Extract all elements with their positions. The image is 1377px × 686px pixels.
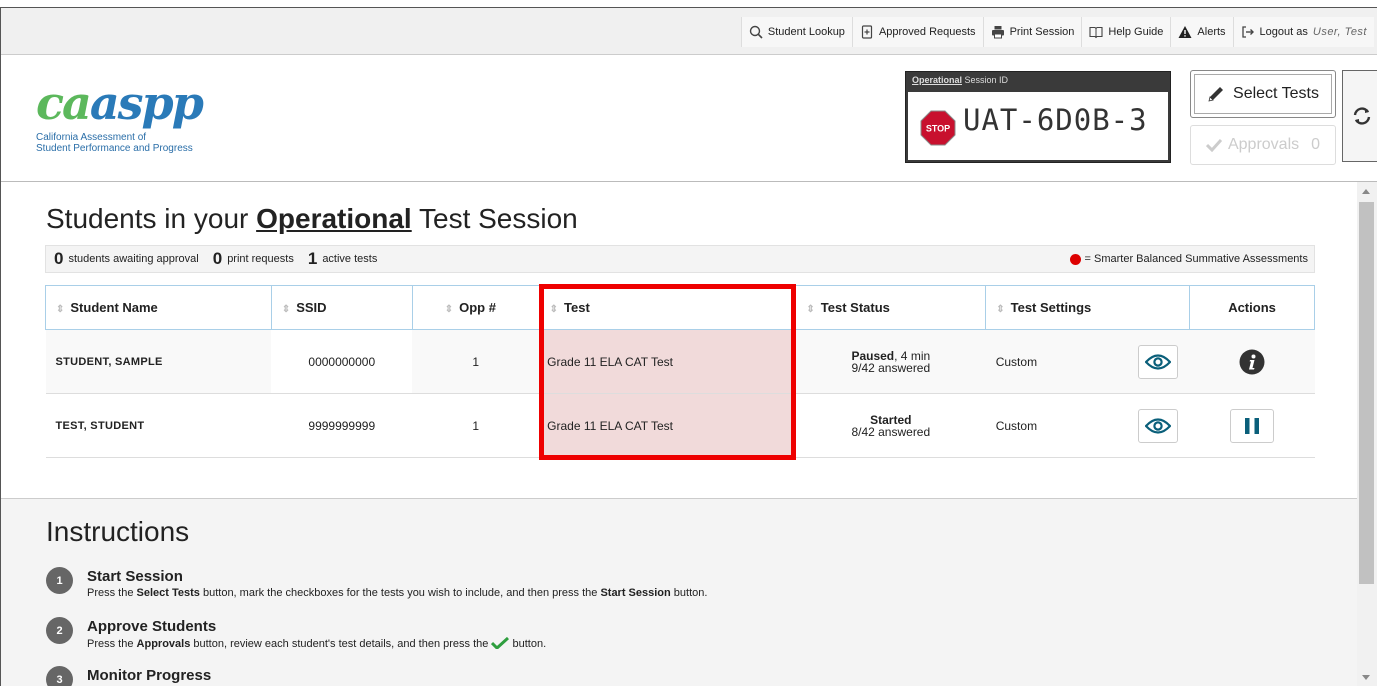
pause-button[interactable] bbox=[1230, 408, 1275, 443]
sort-icon: ⇕ bbox=[996, 304, 1005, 315]
info-icon bbox=[1239, 349, 1265, 374]
step-description: Press the Approvals button, review each … bbox=[87, 636, 547, 651]
summary-bar: 0 students awaiting approval 0 print req… bbox=[45, 245, 1315, 273]
student-ssid: 9999999999 bbox=[271, 393, 413, 458]
student-name: TEST, STUDENT bbox=[45, 393, 272, 458]
logo-subtitle: California Assessment of Student Perform… bbox=[36, 132, 193, 154]
book-icon bbox=[1089, 26, 1103, 39]
session-id-panel: Operational Session ID STOP UAT-6D0B-3 bbox=[905, 71, 1171, 163]
approved-requests-label: Approved Requests bbox=[878, 26, 976, 38]
vertical-scrollbar[interactable] bbox=[1357, 182, 1377, 686]
approvals-button[interactable]: Approvals 0 bbox=[1190, 125, 1336, 165]
step-title: Start Session bbox=[87, 568, 183, 585]
select-tests-label: Select Tests bbox=[1233, 85, 1319, 102]
sort-icon: ⇕ bbox=[56, 304, 65, 315]
print-count: 0 bbox=[212, 249, 223, 268]
student-name: STUDENT, SAMPLE bbox=[45, 329, 272, 394]
col-test-settings[interactable]: ⇕ Test Settings bbox=[985, 285, 1191, 330]
alerts-button[interactable]: Alerts bbox=[1170, 17, 1233, 47]
sort-icon: ⇕ bbox=[281, 304, 291, 315]
active-count: 1 bbox=[307, 249, 318, 268]
actions-cell bbox=[1189, 329, 1315, 394]
search-icon bbox=[749, 25, 763, 39]
step-number: 2 bbox=[46, 617, 73, 644]
step-title: Monitor Progress bbox=[87, 667, 212, 684]
sbac-dot-icon bbox=[1069, 253, 1081, 265]
test-settings: Custom bbox=[985, 393, 1190, 458]
instructions-panel: Instructions 1 Start Session Press the S… bbox=[1, 499, 1357, 686]
app-frame: Student Lookup Approved Requests Print S… bbox=[0, 7, 1377, 686]
stop-label: STOP bbox=[926, 124, 950, 134]
help-guide-label: Help Guide bbox=[1108, 26, 1164, 38]
approved-requests-button[interactable]: Approved Requests bbox=[851, 17, 983, 47]
main-content: Students in your Operational Test Sessio… bbox=[1, 182, 1357, 686]
session-id-label: Operational Session ID bbox=[912, 75, 1009, 85]
active-label: active tests bbox=[322, 253, 378, 265]
step-title: Approve Students bbox=[87, 618, 217, 635]
view-settings-button[interactable] bbox=[1137, 409, 1178, 443]
print-label: print requests bbox=[227, 253, 294, 265]
instructions-title: Instructions bbox=[46, 516, 190, 547]
header: caaspp California Assessment of Student … bbox=[1, 55, 1377, 182]
student-lookup-label: Student Lookup bbox=[767, 26, 845, 38]
actions-cell bbox=[1189, 393, 1315, 458]
caaspp-logo: caaspp California Assessment of Student … bbox=[36, 76, 266, 166]
sort-icon: ⇕ bbox=[806, 304, 815, 315]
session-id: UAT-6D0B-3 bbox=[963, 103, 1148, 137]
logout-label: Logout as bbox=[1259, 26, 1308, 38]
approvals-label: Approvals bbox=[1227, 136, 1300, 153]
logout-button[interactable]: Logout as User, Test bbox=[1232, 17, 1374, 47]
logout-user: User, Test bbox=[1312, 26, 1367, 38]
view-settings-button[interactable] bbox=[1137, 345, 1178, 379]
test-status: Started 8/42 answered bbox=[795, 393, 986, 458]
help-guide-button[interactable]: Help Guide bbox=[1081, 17, 1171, 47]
alerts-label: Alerts bbox=[1197, 26, 1226, 38]
step-number: 1 bbox=[46, 567, 73, 594]
step-description: Press the Select Tests button, mark the … bbox=[87, 587, 708, 599]
refresh-icon bbox=[1353, 107, 1371, 125]
printer-icon bbox=[991, 26, 1004, 39]
col-actions: Actions bbox=[1189, 285, 1315, 330]
legend: = Smarter Balanced Summative Assessments bbox=[1069, 253, 1308, 265]
print-session-button[interactable]: Print Session bbox=[982, 17, 1082, 47]
logout-icon bbox=[1241, 26, 1254, 38]
approvals-count: 0 bbox=[1311, 136, 1321, 153]
col-student-name[interactable]: ⇕ Student Name bbox=[45, 285, 272, 330]
student-opp: 1 bbox=[412, 393, 540, 458]
test-status: Paused, 4 min 9/42 answered bbox=[795, 329, 986, 394]
top-bar: Student Lookup Approved Requests Print S… bbox=[1, 8, 1377, 55]
eye-icon bbox=[1144, 418, 1171, 434]
student-ssid: 0000000000 bbox=[271, 329, 413, 394]
top-nav: Student Lookup Approved Requests Print S… bbox=[740, 17, 1374, 47]
print-session-label: Print Session bbox=[1009, 26, 1075, 38]
warning-icon bbox=[1178, 26, 1192, 38]
eye-icon bbox=[1144, 354, 1171, 370]
page-title: Students in your Operational Test Sessio… bbox=[46, 203, 578, 234]
info-button[interactable] bbox=[1230, 345, 1274, 379]
scrollbar-thumb[interactable] bbox=[1359, 202, 1374, 584]
document-plus-icon bbox=[861, 25, 873, 39]
check-icon bbox=[491, 636, 510, 651]
scroll-up-arrow[interactable] bbox=[1362, 189, 1370, 194]
col-ssid[interactable]: ⇕ SSID bbox=[270, 285, 413, 330]
student-opp: 1 bbox=[412, 329, 540, 394]
stop-session-button[interactable]: STOP bbox=[920, 110, 956, 146]
logo-mark: caaspp bbox=[36, 76, 204, 130]
awaiting-count: 0 bbox=[54, 249, 64, 268]
student-lookup-button[interactable]: Student Lookup bbox=[740, 17, 852, 47]
step-number: 3 bbox=[46, 666, 73, 686]
pencil-icon bbox=[1208, 87, 1224, 102]
select-tests-button[interactable]: Select Tests bbox=[1190, 70, 1336, 118]
scroll-down-arrow[interactable] bbox=[1362, 675, 1370, 680]
col-opp[interactable]: ⇕ Opp # bbox=[411, 285, 540, 330]
pause-icon bbox=[1245, 417, 1260, 434]
test-column-highlight bbox=[539, 284, 796, 460]
refresh-button[interactable] bbox=[1342, 70, 1377, 162]
legend-text: = Smarter Balanced Summative Assessments bbox=[1084, 253, 1308, 265]
sort-icon: ⇕ bbox=[444, 304, 454, 315]
col-test-status[interactable]: ⇕ Test Status bbox=[795, 285, 987, 330]
check-icon bbox=[1205, 138, 1222, 152]
awaiting-label: students awaiting approval bbox=[68, 253, 199, 265]
test-settings: Custom bbox=[985, 329, 1190, 394]
